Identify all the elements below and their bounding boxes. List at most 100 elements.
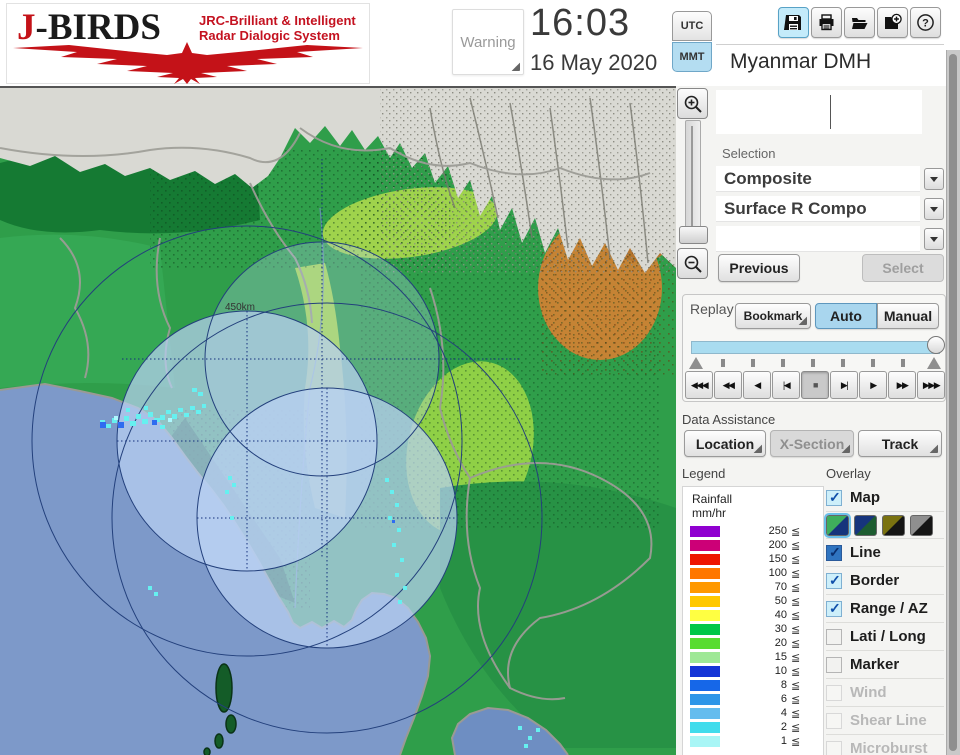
zoom-out-button[interactable] [677,248,708,279]
legend-color-swatch [690,554,720,565]
radar-map[interactable]: 450km [0,86,676,755]
legend-color-swatch [690,708,720,719]
legend-value: 10 [774,665,787,677]
map-style-tile[interactable] [854,514,877,536]
add-data-button[interactable] [877,7,908,38]
eagle-logo-icon [13,42,363,84]
replay-range-end-marker[interactable] [927,357,941,369]
map-canvas: 450km [0,88,676,755]
legend-color-swatch [690,596,720,607]
legend-row: 15 ≦ [683,651,823,665]
playback-button[interactable]: ▶| [830,371,858,399]
overlay-item[interactable]: Line [826,538,944,566]
overlay-item[interactable]: Microburst [826,734,944,755]
checkbox-icon[interactable] [826,489,842,506]
checkbox-icon[interactable] [826,600,842,617]
slider-tick [871,359,875,367]
clock-time: 16:03 [530,2,631,44]
overlay-item[interactable]: Range / AZ [826,594,944,622]
dropdown-2-arrow-button[interactable] [924,198,944,220]
slider-tick [811,359,815,367]
save-icon [784,15,801,30]
legend-row: 50 ≦ [683,595,823,609]
legend-color-swatch [690,666,720,677]
overlay-item[interactable]: Shear Line [826,706,944,734]
previous-button[interactable]: Previous [718,254,800,282]
playback-button[interactable]: ◀◀◀ [685,371,713,399]
map-style-tile[interactable] [882,514,905,536]
select-button[interactable]: Select [862,254,944,282]
legend-lte-symbol: ≦ [791,736,801,748]
legend-row: 100 ≦ [683,567,823,581]
warning-button[interactable]: Warning [452,9,524,75]
overlay-item[interactable]: Marker [826,650,944,678]
dropdown-1-arrow-button[interactable] [924,168,944,190]
checkbox-icon[interactable] [826,628,842,645]
legend-lte-symbol: ≦ [791,540,801,552]
scrollbar-thumb[interactable] [949,54,957,751]
x-section-button[interactable]: X-Section [770,430,854,457]
print-button[interactable] [811,7,842,38]
track-button[interactable]: Track [858,430,942,457]
legend-color-swatch [690,652,720,663]
map-style-tile[interactable] [910,514,933,536]
legend-value: 15 [774,651,787,663]
site-title: Myanmar DMH [730,50,872,73]
timezone-switch: UTC MMT [672,11,712,73]
selection-dropdown-3[interactable] [716,226,920,252]
overlay-item[interactable]: Lati / Long [826,622,944,650]
playback-button[interactable]: |◀ [772,371,800,399]
playback-controls: ◀◀◀ ◀◀ ◀ |◀ ■ ▶| ▶ ▶▶ ▶▶▶ [685,371,945,399]
legend-value: 150 [768,553,787,565]
playback-button[interactable]: ■ [801,371,829,399]
legend-value: 4 [780,707,787,719]
open-folder-button[interactable] [844,7,875,38]
checkbox-icon[interactable] [826,544,842,561]
bookmark-button[interactable]: Bookmark [735,303,811,329]
legend-lte-symbol: ≦ [791,722,801,734]
dropdown-3-arrow-button[interactable] [924,228,944,250]
product-text-field[interactable] [716,90,922,134]
zoom-in-button[interactable] [677,88,708,119]
help-button[interactable]: ? [910,7,941,38]
playback-button[interactable]: ◀◀ [714,371,742,399]
selection-dropdown-2[interactable]: Surface R Compo [716,196,920,222]
legend-value: 200 [768,539,787,551]
map-style-tile[interactable] [824,512,851,538]
legend-value: 1 [780,735,787,747]
legend-value: 250 [768,525,787,537]
overlay-item[interactable]: Wind [826,678,944,706]
legend-row: 70 ≦ [683,581,823,595]
overlay-label: Overlay [826,466,871,481]
playback-button[interactable]: ▶ [859,371,887,399]
overlay-item[interactable]: Border [826,566,944,594]
auto-button[interactable]: Auto [815,303,877,329]
manual-button[interactable]: Manual [877,303,939,329]
playback-button[interactable]: ▶▶ [888,371,916,399]
checkbox-icon[interactable] [826,740,842,755]
save-button[interactable] [778,7,809,38]
playback-button[interactable]: ◀ [743,371,771,399]
replay-slider-handle[interactable] [927,336,945,354]
replay-range-start-marker[interactable] [689,357,703,369]
checkbox-icon[interactable] [826,712,842,729]
checkbox-icon[interactable] [826,684,842,701]
selection-dropdown-1[interactable]: Composite [716,166,920,192]
zoom-slider-handle[interactable] [679,226,708,244]
utc-button[interactable]: UTC [672,11,712,41]
checkbox-icon[interactable] [826,656,842,673]
legend-value: 30 [774,623,787,635]
checkbox-icon[interactable] [826,572,842,589]
legend-lte-symbol: ≦ [791,652,801,664]
replay-slider-track[interactable] [691,341,940,354]
panel-scrollbar[interactable] [946,50,960,755]
overlay-item-map[interactable]: Map [826,484,944,511]
playback-button[interactable]: ▶▶▶ [917,371,945,399]
location-button[interactable]: Location [684,430,766,457]
rainfall-legend: Rainfall mm/hr 250 ≦ 200 ≦ 150 ≦ 100 ≦ 7… [682,486,824,755]
mmt-button[interactable]: MMT [672,42,712,72]
svg-text:?: ? [922,17,929,29]
legend-row: 8 ≦ [683,679,823,693]
zoom-out-icon [684,255,702,273]
jbirds-app: J-BIRDS JRC-Brilliant & Intelligent Rada… [0,0,960,755]
